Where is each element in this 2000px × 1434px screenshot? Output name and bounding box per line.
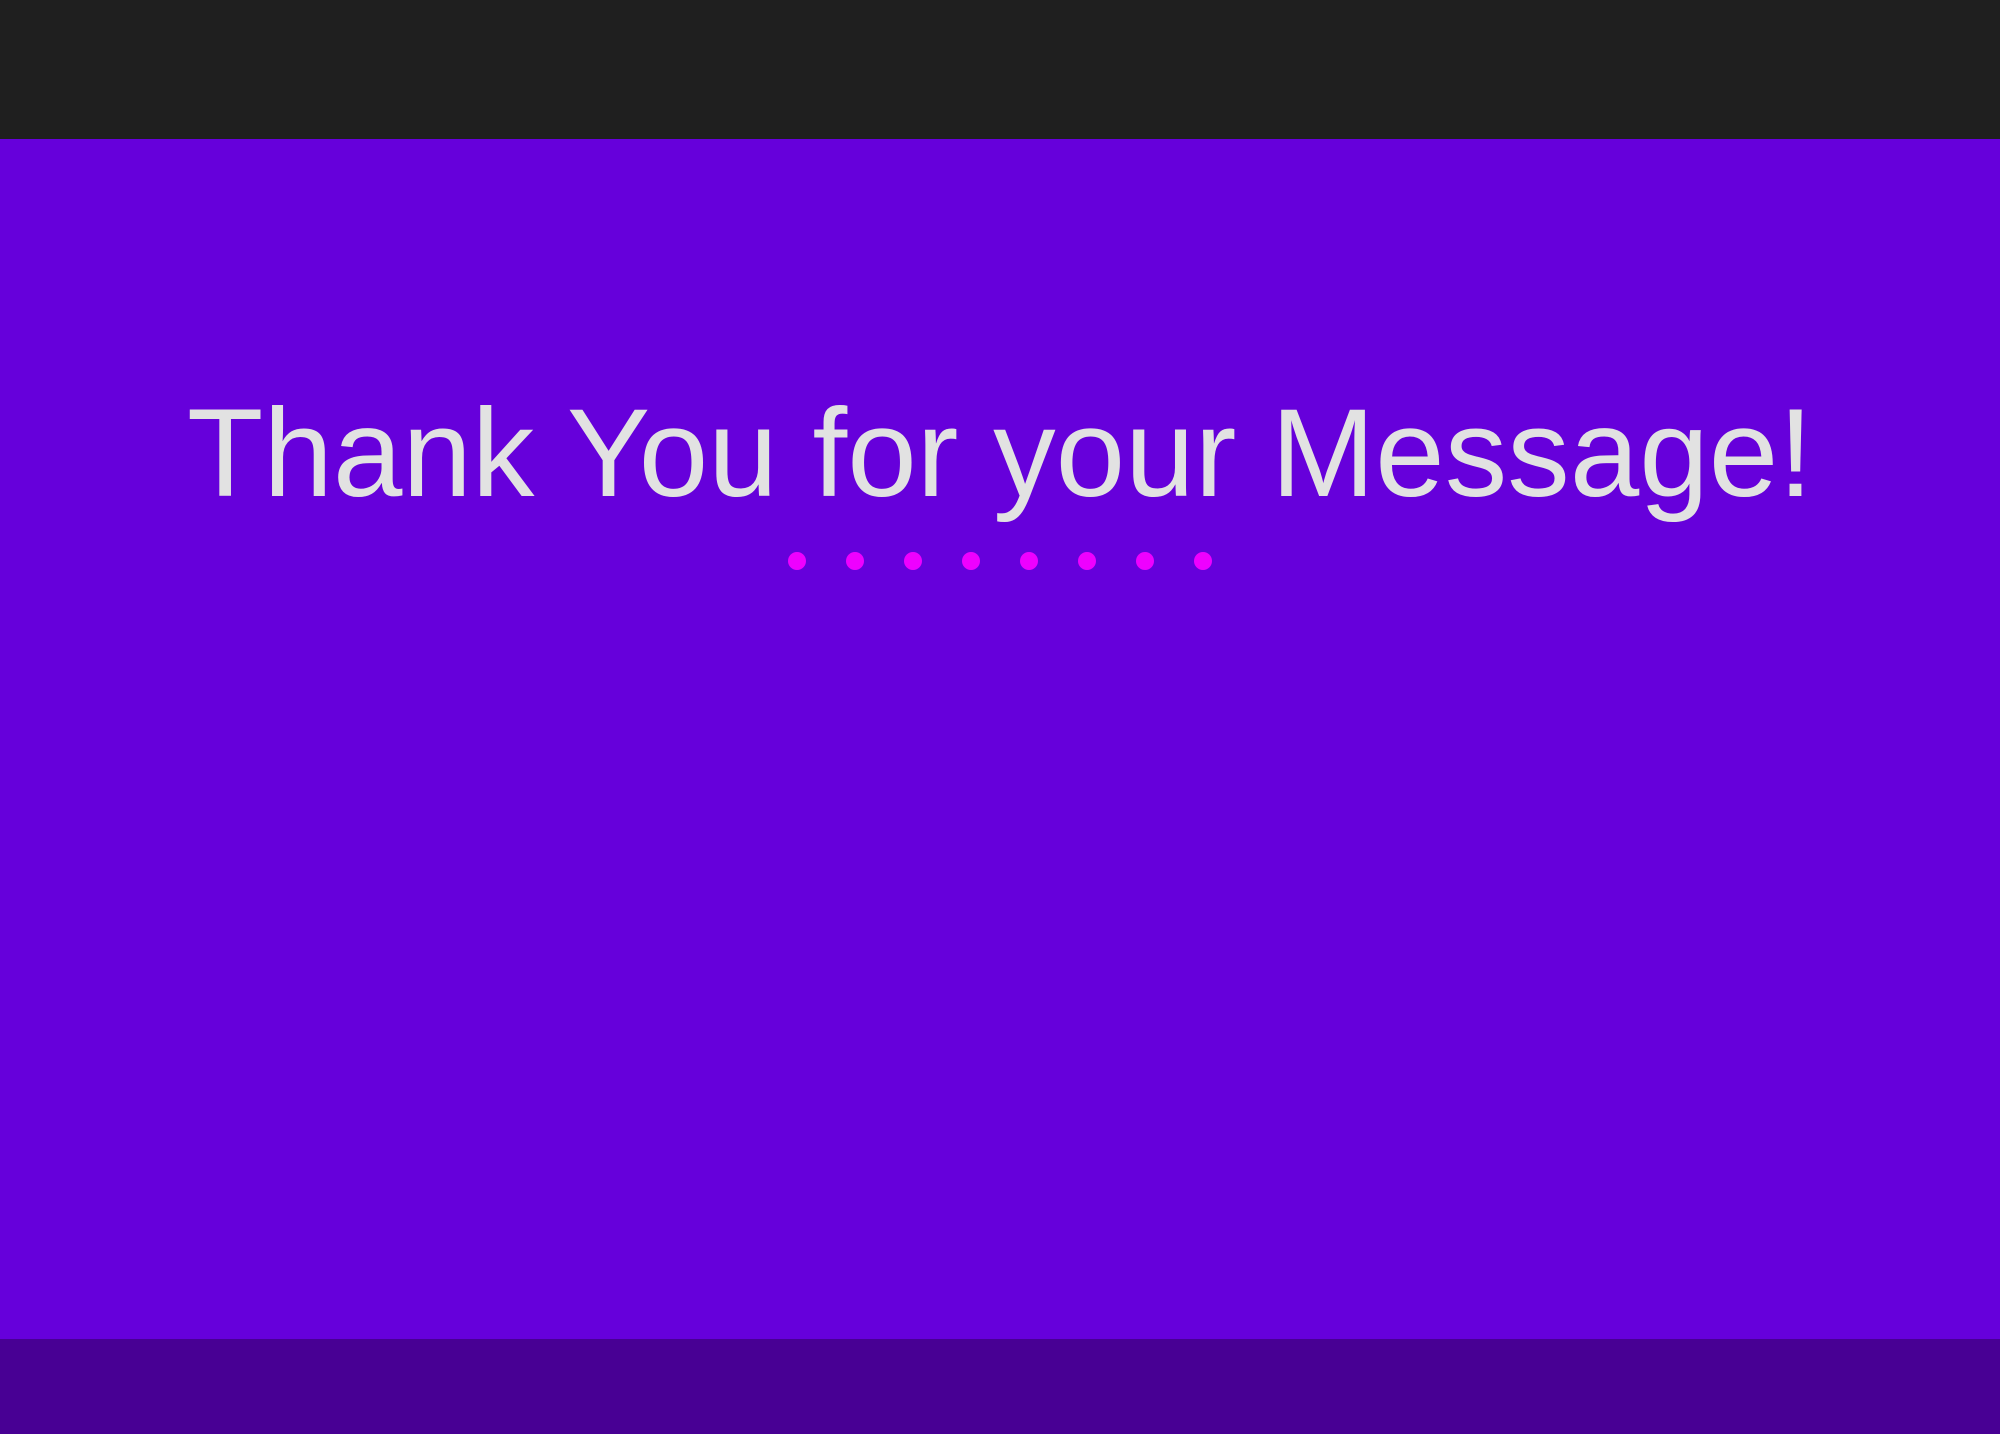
loading-dot xyxy=(962,552,980,570)
bottom-bar xyxy=(0,1339,2000,1434)
loading-dot xyxy=(904,552,922,570)
top-bar xyxy=(0,0,2000,139)
main-content: Thank You for your Message! xyxy=(0,139,2000,1339)
loading-dot xyxy=(1078,552,1096,570)
loading-dot xyxy=(846,552,864,570)
loading-dot xyxy=(1194,552,1212,570)
loading-dot xyxy=(1136,552,1154,570)
loading-dots xyxy=(0,552,2000,572)
loading-dot xyxy=(1020,552,1038,570)
thank-you-page: Thank You for your Message! xyxy=(0,0,2000,1434)
thank-you-heading: Thank You for your Message! xyxy=(187,384,1813,523)
loading-dot xyxy=(788,552,806,570)
